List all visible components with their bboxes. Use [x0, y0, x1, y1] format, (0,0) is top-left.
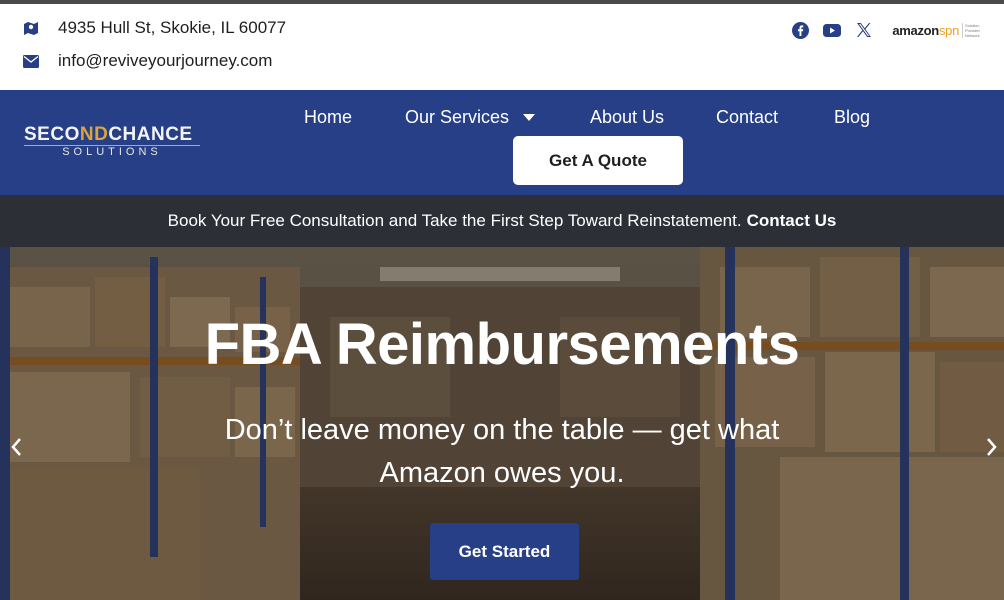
x-icon[interactable]	[854, 20, 874, 40]
hero-title: FBA Reimbursements	[204, 312, 800, 377]
promo-contact-link[interactable]: Contact Us	[747, 211, 837, 231]
facebook-icon[interactable]	[790, 20, 810, 40]
get-a-quote-button[interactable]: Get A Quote	[513, 136, 683, 185]
envelope-icon	[22, 52, 40, 70]
address-text: 4935 Hull St, Skokie, IL 60077	[58, 18, 287, 37]
chevron-right-icon	[987, 438, 997, 456]
promo-banner: Book Your Free Consultation and Take the…	[0, 195, 1004, 247]
nav-contact[interactable]: Contact	[716, 107, 778, 128]
youtube-icon[interactable]	[822, 20, 842, 40]
get-started-button[interactable]: Get Started	[430, 523, 579, 580]
email-text[interactable]: info@reviveyourjourney.com	[58, 51, 272, 71]
site-logo[interactable]: SECONDCHANCE SOLUTIONS	[24, 124, 204, 164]
slider-next-arrow[interactable]	[982, 434, 1002, 460]
slider-prev-arrow[interactable]	[6, 434, 26, 460]
address-row: 4935 Hull St, Skokie, IL 60077	[22, 18, 286, 38]
nav-our-services[interactable]: Our Services	[405, 107, 536, 128]
hero-subtitle: Don’t leave money on the table — get wha…	[224, 414, 780, 489]
chevron-down-icon	[523, 114, 536, 121]
top-info-bar: 4935 Hull St, Skokie, IL 60077 info@revi…	[0, 4, 1004, 90]
main-navigation: SECONDCHANCE SOLUTIONS Home Our Services…	[0, 90, 1004, 195]
amazon-spn-logo: amazonspn Solution Provider Network	[892, 22, 988, 38]
nav-blog[interactable]: Blog	[834, 107, 870, 128]
hero-slider: FBA Reimbursements Don’t leave money on …	[0, 247, 1004, 600]
chevron-left-icon	[11, 438, 21, 456]
map-icon	[22, 19, 40, 37]
nav-about-us[interactable]: About Us	[590, 107, 664, 128]
email-row[interactable]: info@reviveyourjourney.com	[22, 51, 272, 71]
promo-text: Book Your Free Consultation and Take the…	[167, 211, 742, 230]
nav-home[interactable]: Home	[304, 107, 352, 128]
social-links: amazonspn Solution Provider Network	[778, 20, 988, 40]
